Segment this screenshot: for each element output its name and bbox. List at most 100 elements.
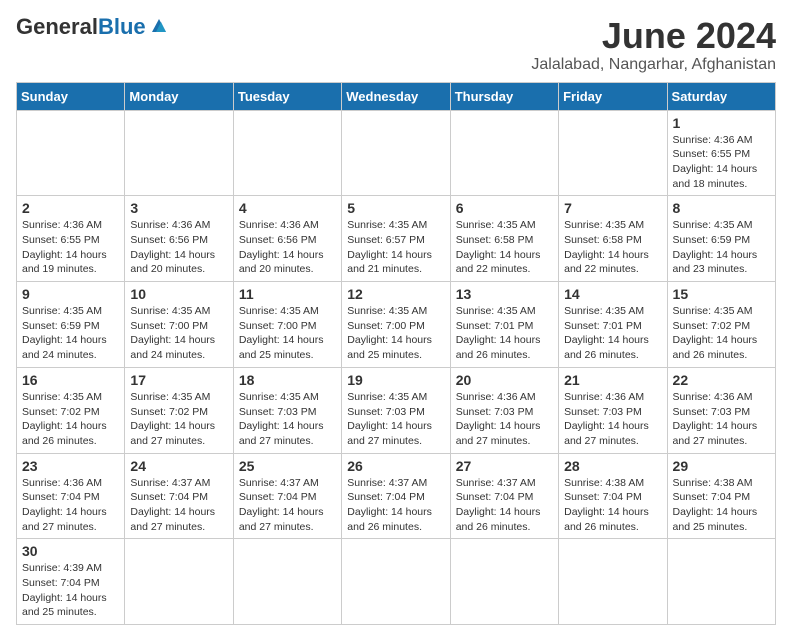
calendar-day-cell: 9 Sunrise: 4:35 AM Sunset: 6:59 PM Daylig…: [17, 282, 125, 368]
weekday-header-cell: Saturday: [667, 82, 775, 110]
calendar-week-row: 9 Sunrise: 4:35 AM Sunset: 6:59 PM Daylig…: [17, 282, 776, 368]
day-number: 23: [22, 458, 119, 474]
calendar-day-cell: 6 Sunrise: 4:35 AM Sunset: 6:58 PM Daylig…: [450, 196, 558, 282]
calendar-day-cell: [17, 110, 125, 196]
day-info: Sunrise: 4:36 AM Sunset: 6:55 PM Dayligh…: [673, 133, 770, 192]
calendar-day-cell: 3Sunrise: 4:36 AM Sunset: 6:56 PM Daylig…: [125, 196, 233, 282]
day-info: Sunrise: 4:35 AM Sunset: 6:58 PM Dayligh…: [564, 218, 661, 277]
calendar-day-cell: 22 Sunrise: 4:36 AM Sunset: 7:03 PM Dayli…: [667, 367, 775, 453]
day-number: 21: [564, 372, 661, 388]
day-number: 2: [22, 200, 119, 216]
day-number: 14: [564, 286, 661, 302]
day-number: 19: [347, 372, 444, 388]
day-info: Sunrise: 4:35 AM Sunset: 7:00 PM Dayligh…: [130, 304, 227, 363]
calendar-day-cell: 7 Sunrise: 4:35 AM Sunset: 6:58 PM Daylig…: [559, 196, 667, 282]
day-number: 24: [130, 458, 227, 474]
day-number: 18: [239, 372, 336, 388]
day-info: Sunrise: 4:35 AM Sunset: 7:01 PM Dayligh…: [564, 304, 661, 363]
calendar-header: GeneralBlue June 2024 Jalalabad, Nangarh…: [16, 16, 776, 74]
day-number: 4: [239, 200, 336, 216]
calendar-day-cell: 25Sunrise: 4:37 AM Sunset: 7:04 PM Dayli…: [233, 453, 341, 539]
calendar-day-cell: 2Sunrise: 4:36 AM Sunset: 6:55 PM Daylig…: [17, 196, 125, 282]
day-info: Sunrise: 4:37 AM Sunset: 7:04 PM Dayligh…: [130, 476, 227, 535]
calendar-body: 1 Sunrise: 4:36 AM Sunset: 6:55 PM Daylig…: [17, 110, 776, 625]
day-info: Sunrise: 4:35 AM Sunset: 7:00 PM Dayligh…: [347, 304, 444, 363]
calendar-day-cell: 11 Sunrise: 4:35 AM Sunset: 7:00 PM Dayli…: [233, 282, 341, 368]
weekday-header-cell: Wednesday: [342, 82, 450, 110]
calendar-day-cell: [559, 110, 667, 196]
day-info: Sunrise: 4:36 AM Sunset: 6:56 PM Dayligh…: [130, 218, 227, 277]
day-info: Sunrise: 4:35 AM Sunset: 7:02 PM Dayligh…: [673, 304, 770, 363]
calendar-week-row: 2Sunrise: 4:36 AM Sunset: 6:55 PM Daylig…: [17, 196, 776, 282]
day-number: 15: [673, 286, 770, 302]
day-number: 29: [673, 458, 770, 474]
calendar-day-cell: 14 Sunrise: 4:35 AM Sunset: 7:01 PM Dayli…: [559, 282, 667, 368]
logo-text: GeneralBlue: [16, 16, 146, 38]
day-number: 11: [239, 286, 336, 302]
day-number: 5: [347, 200, 444, 216]
logo-blue: Blue: [98, 14, 146, 39]
day-info: Sunrise: 4:36 AM Sunset: 7:03 PM Dayligh…: [564, 390, 661, 449]
day-number: 12: [347, 286, 444, 302]
day-info: Sunrise: 4:37 AM Sunset: 7:04 PM Dayligh…: [347, 476, 444, 535]
day-info: Sunrise: 4:35 AM Sunset: 6:59 PM Dayligh…: [22, 304, 119, 363]
day-info: Sunrise: 4:35 AM Sunset: 6:58 PM Dayligh…: [456, 218, 553, 277]
calendar-day-cell: 19Sunrise: 4:35 AM Sunset: 7:03 PM Dayli…: [342, 367, 450, 453]
day-info: Sunrise: 4:36 AM Sunset: 6:56 PM Dayligh…: [239, 218, 336, 277]
day-info: Sunrise: 4:38 AM Sunset: 7:04 PM Dayligh…: [673, 476, 770, 535]
weekday-header-cell: Monday: [125, 82, 233, 110]
weekday-header-cell: Thursday: [450, 82, 558, 110]
calendar-day-cell: [342, 110, 450, 196]
calendar-subtitle: Jalalabad, Nangarhar, Afghanistan: [531, 56, 776, 74]
weekday-header-cell: Tuesday: [233, 82, 341, 110]
day-number: 28: [564, 458, 661, 474]
day-number: 6: [456, 200, 553, 216]
calendar-day-cell: 16Sunrise: 4:35 AM Sunset: 7:02 PM Dayli…: [17, 367, 125, 453]
day-number: 8: [673, 200, 770, 216]
day-number: 10: [130, 286, 227, 302]
day-number: 13: [456, 286, 553, 302]
calendar-day-cell: 8Sunrise: 4:35 AM Sunset: 6:59 PM Daylig…: [667, 196, 775, 282]
calendar-day-cell: 5Sunrise: 4:35 AM Sunset: 6:57 PM Daylig…: [342, 196, 450, 282]
calendar-day-cell: 20Sunrise: 4:36 AM Sunset: 7:03 PM Dayli…: [450, 367, 558, 453]
calendar-day-cell: 29 Sunrise: 4:38 AM Sunset: 7:04 PM Dayli…: [667, 453, 775, 539]
day-info: Sunrise: 4:35 AM Sunset: 7:00 PM Dayligh…: [239, 304, 336, 363]
day-number: 17: [130, 372, 227, 388]
calendar-day-cell: 21 Sunrise: 4:36 AM Sunset: 7:03 PM Dayli…: [559, 367, 667, 453]
day-info: Sunrise: 4:37 AM Sunset: 7:04 PM Dayligh…: [239, 476, 336, 535]
day-info: Sunrise: 4:35 AM Sunset: 7:03 PM Dayligh…: [239, 390, 336, 449]
calendar-day-cell: 12 Sunrise: 4:35 AM Sunset: 7:00 PM Dayli…: [342, 282, 450, 368]
calendar-day-cell: 4 Sunrise: 4:36 AM Sunset: 6:56 PM Daylig…: [233, 196, 341, 282]
calendar-day-cell: 13 Sunrise: 4:35 AM Sunset: 7:01 PM Dayli…: [450, 282, 558, 368]
logo-general: General: [16, 14, 98, 39]
day-info: Sunrise: 4:36 AM Sunset: 7:04 PM Dayligh…: [22, 476, 119, 535]
logo-triangle-icon: [148, 14, 170, 36]
calendar-week-row: 23 Sunrise: 4:36 AM Sunset: 7:04 PM Dayli…: [17, 453, 776, 539]
calendar-day-cell: 10 Sunrise: 4:35 AM Sunset: 7:00 PM Dayli…: [125, 282, 233, 368]
calendar-day-cell: 18 Sunrise: 4:35 AM Sunset: 7:03 PM Dayli…: [233, 367, 341, 453]
day-info: Sunrise: 4:37 AM Sunset: 7:04 PM Dayligh…: [456, 476, 553, 535]
day-info: Sunrise: 4:35 AM Sunset: 7:02 PM Dayligh…: [130, 390, 227, 449]
day-number: 1: [673, 115, 770, 131]
day-number: 9: [22, 286, 119, 302]
calendar-day-cell: 26 Sunrise: 4:37 AM Sunset: 7:04 PM Dayli…: [342, 453, 450, 539]
calendar-day-cell: 23 Sunrise: 4:36 AM Sunset: 7:04 PM Dayli…: [17, 453, 125, 539]
calendar-day-cell: [233, 110, 341, 196]
calendar-week-row: 16Sunrise: 4:35 AM Sunset: 7:02 PM Dayli…: [17, 367, 776, 453]
day-number: 26: [347, 458, 444, 474]
calendar-day-cell: 15 Sunrise: 4:35 AM Sunset: 7:02 PM Dayli…: [667, 282, 775, 368]
day-info: Sunrise: 4:38 AM Sunset: 7:04 PM Dayligh…: [564, 476, 661, 535]
day-info: Sunrise: 4:36 AM Sunset: 7:03 PM Dayligh…: [456, 390, 553, 449]
day-number: 22: [673, 372, 770, 388]
calendar-day-cell: 17 Sunrise: 4:35 AM Sunset: 7:02 PM Dayli…: [125, 367, 233, 453]
day-number: 7: [564, 200, 661, 216]
day-info: Sunrise: 4:35 AM Sunset: 7:01 PM Dayligh…: [456, 304, 553, 363]
weekday-header-cell: Friday: [559, 82, 667, 110]
logo: GeneralBlue: [16, 16, 170, 38]
calendar-day-cell: 27Sunrise: 4:37 AM Sunset: 7:04 PM Dayli…: [450, 453, 558, 539]
day-info: Sunrise: 4:35 AM Sunset: 7:02 PM Dayligh…: [22, 390, 119, 449]
day-info: Sunrise: 4:36 AM Sunset: 7:03 PM Dayligh…: [673, 390, 770, 449]
title-area: June 2024 Jalalabad, Nangarhar, Afghanis…: [531, 16, 776, 74]
weekday-header-row: SundayMondayTuesdayWednesdayThursdayFrid…: [17, 82, 776, 110]
calendar-day-cell: 24 Sunrise: 4:37 AM Sunset: 7:04 PM Dayli…: [125, 453, 233, 539]
